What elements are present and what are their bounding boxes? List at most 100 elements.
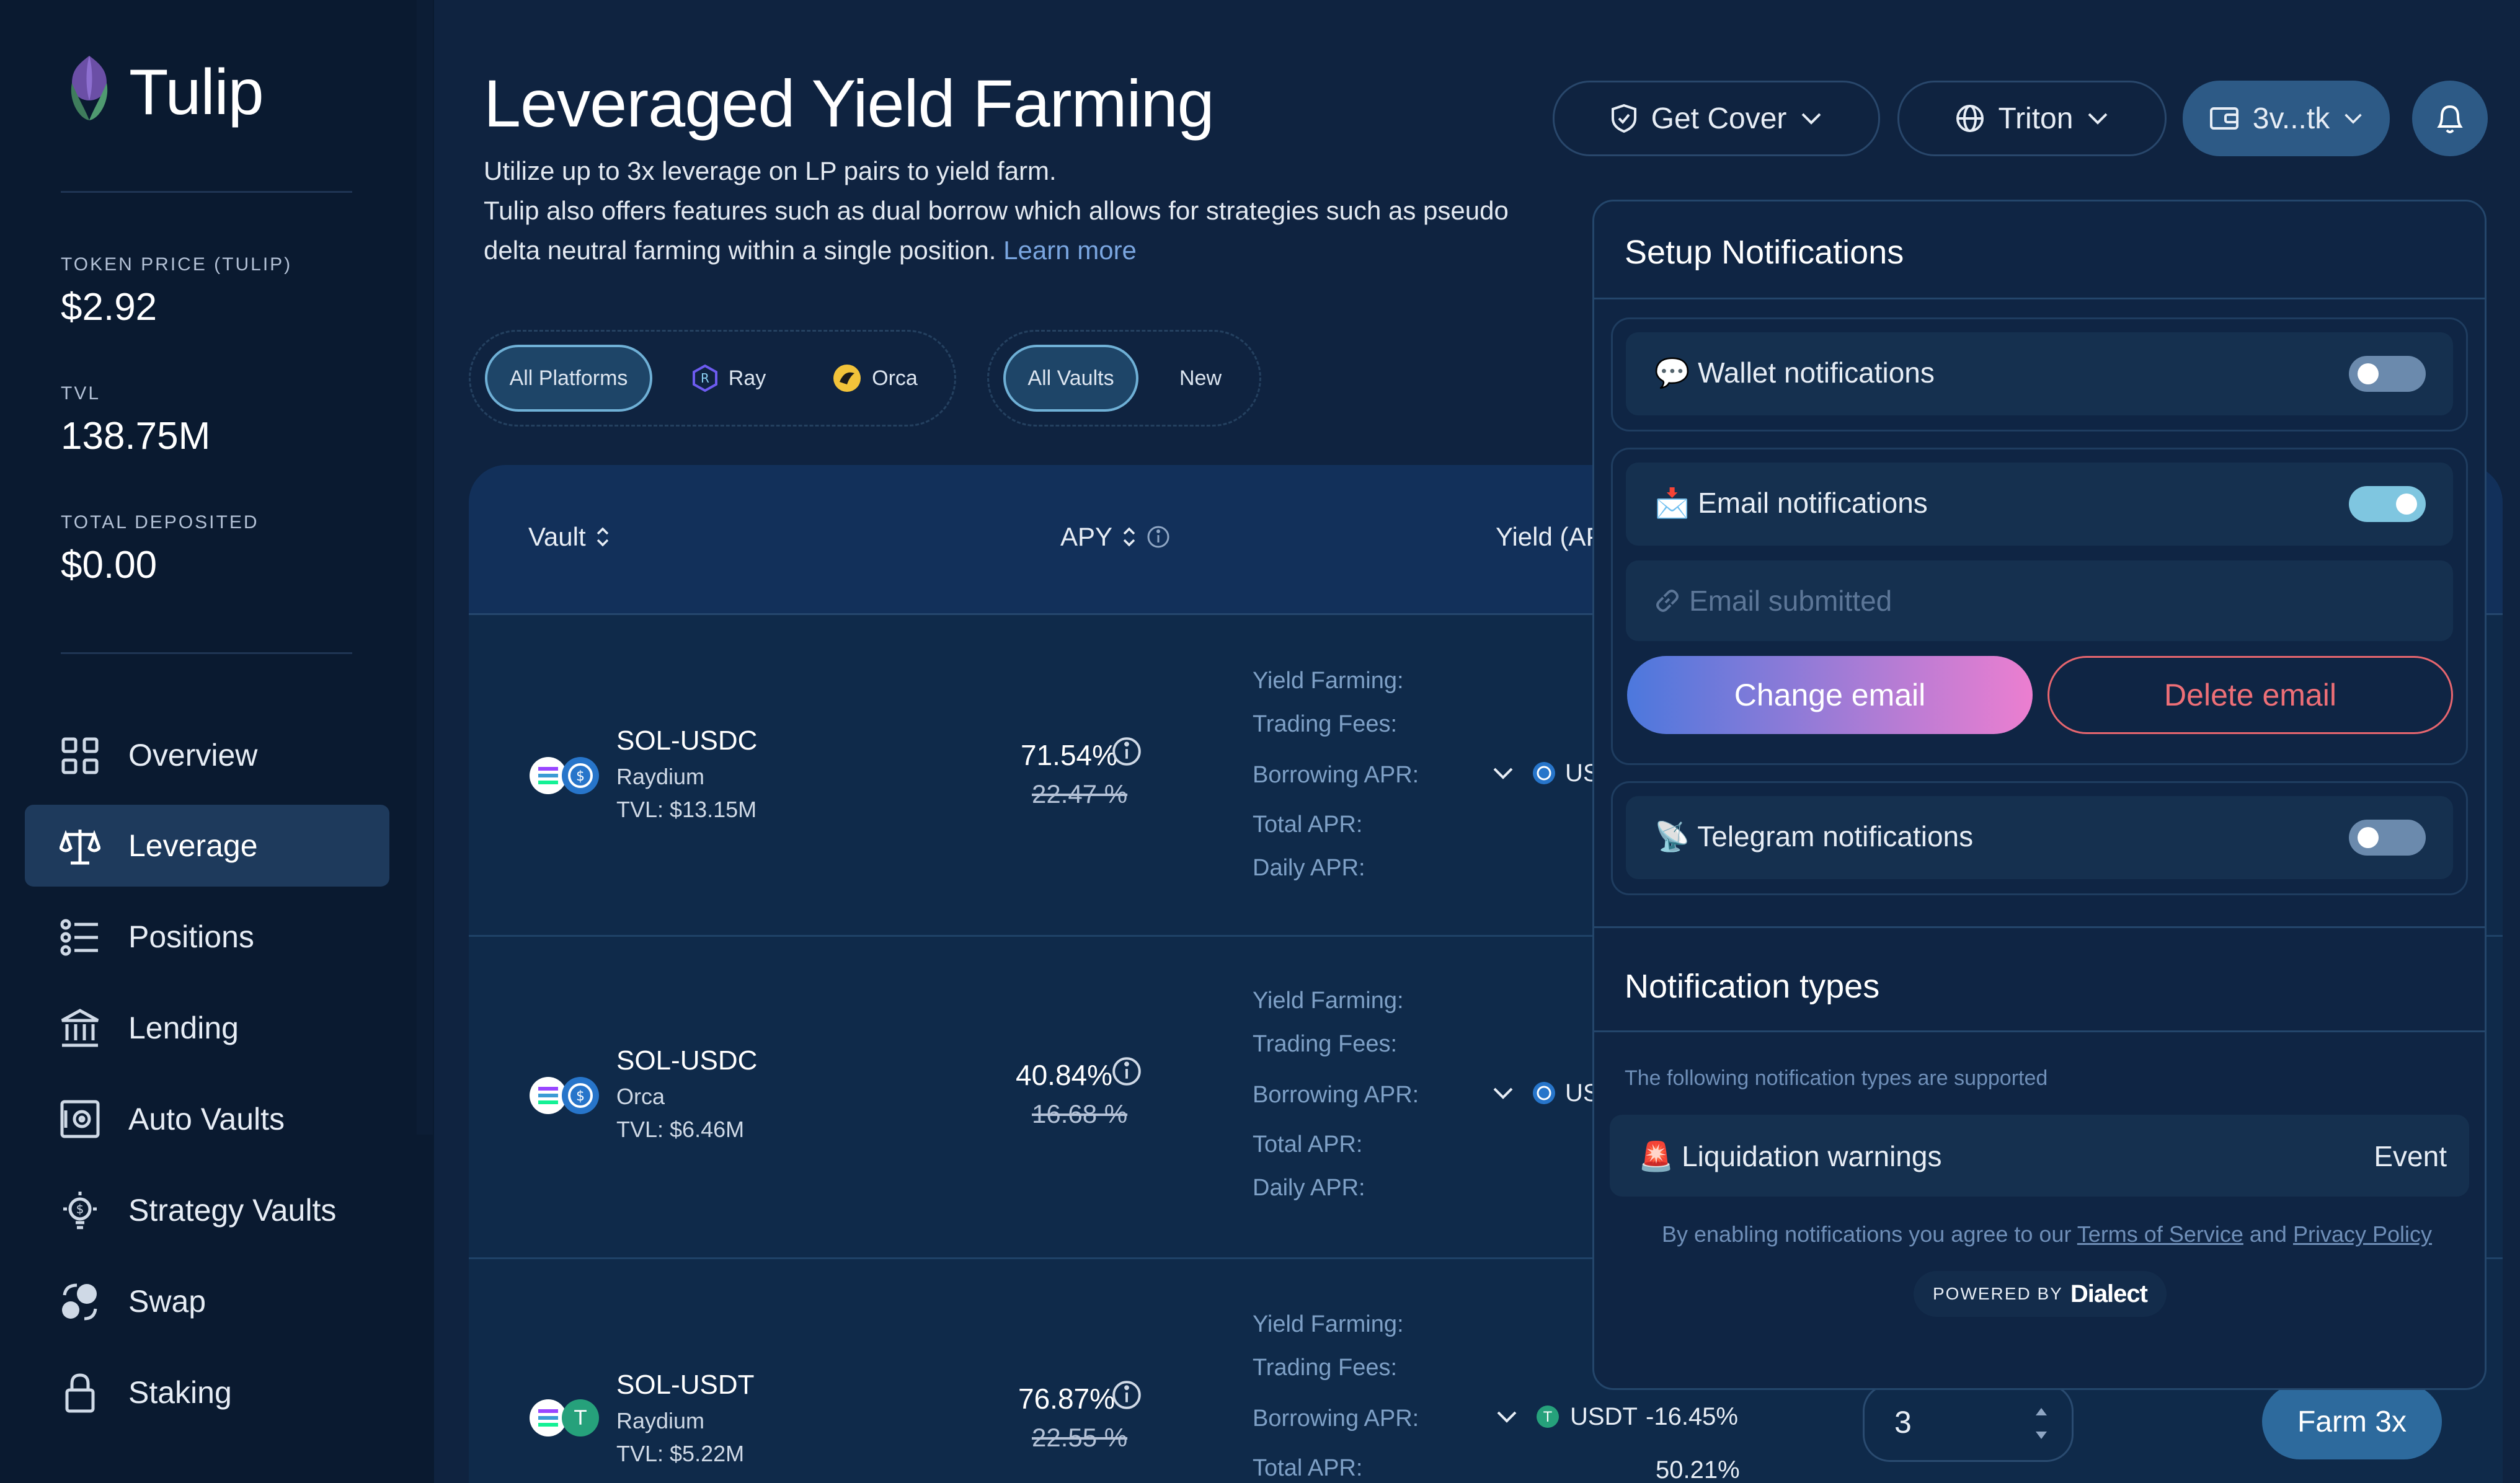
vault-pair: SOL-USDC bbox=[616, 725, 758, 756]
telegram-notifications-row: 📡 Telegram notifications bbox=[1626, 796, 2453, 879]
telegram-notifications-toggle[interactable] bbox=[2349, 820, 2426, 856]
filter-all-vaults[interactable]: All Vaults bbox=[1003, 345, 1138, 412]
wallet-icon bbox=[2209, 107, 2238, 130]
trading-fees-label: Trading Fees: bbox=[1253, 1031, 1398, 1057]
safe-icon bbox=[60, 1100, 100, 1138]
stat-deposited-label: TOTAL DEPOSITED bbox=[61, 512, 259, 533]
notifications-bell-button[interactable] bbox=[2412, 81, 2488, 156]
powered-by-label: POWERED BY bbox=[1933, 1284, 2063, 1303]
page-description-line-1: Utilize up to 3x leverage on LP pairs to… bbox=[484, 156, 1057, 185]
stat-token-price-value: $2.92 bbox=[61, 286, 158, 329]
sidebar-item-label: Positions bbox=[128, 919, 254, 954]
sidebar-item-auto-vaults[interactable]: Auto Vaults bbox=[25, 1078, 389, 1160]
column-header-label: Yield (AP bbox=[1496, 522, 1604, 551]
column-header-apy[interactable]: APY bbox=[1060, 522, 1171, 552]
sidebar-item-positions[interactable]: Positions bbox=[25, 896, 389, 978]
filter-label: Orca bbox=[872, 366, 918, 390]
network-selector-button[interactable]: Triton bbox=[1897, 81, 2167, 156]
page-title: Leveraged Yield Farming bbox=[484, 66, 1215, 141]
info-icon[interactable] bbox=[1146, 525, 1171, 549]
network-label: Triton bbox=[1998, 102, 2074, 135]
wallet-button[interactable]: 3v...tk bbox=[2183, 81, 2390, 156]
filter-orca[interactable]: Orca bbox=[822, 345, 928, 412]
wallet-notifications-label: 💬 Wallet notifications bbox=[1654, 356, 1935, 390]
filter-new[interactable]: New bbox=[1166, 345, 1235, 412]
email-input[interactable]: Email submitted bbox=[1626, 560, 2453, 641]
email-notifications-label: 📩 Email notifications bbox=[1654, 486, 1928, 520]
get-cover-button[interactable]: Get Cover bbox=[1553, 81, 1880, 156]
globe-icon bbox=[1956, 105, 1984, 132]
change-email-button[interactable]: Change email bbox=[1627, 656, 2033, 734]
terms-of-service-link[interactable]: Terms of Service bbox=[2077, 1221, 2243, 1247]
email-notifications-toggle[interactable] bbox=[2349, 486, 2426, 522]
column-header-yield[interactable]: Yield (AP bbox=[1496, 522, 1604, 552]
vault-platform: Orca bbox=[616, 1084, 665, 1109]
privacy-policy-link[interactable]: Privacy Policy bbox=[2293, 1221, 2432, 1247]
speech-bubble-icon: 💬 bbox=[1654, 356, 1690, 389]
powered-by-badge[interactable]: POWERED BY Dialect bbox=[1914, 1271, 2167, 1317]
svg-text:$: $ bbox=[576, 1089, 585, 1104]
siren-icon: 🚨 bbox=[1638, 1140, 1674, 1172]
notification-type-row: 🚨 Liquidation warnings Event bbox=[1610, 1115, 2469, 1197]
sidebar-item-overview[interactable]: Overview bbox=[25, 714, 389, 796]
delete-email-button[interactable]: Delete email bbox=[2048, 656, 2453, 734]
sidebar-item-strategy-vaults[interactable]: $ Strategy Vaults bbox=[25, 1169, 389, 1251]
farm-button[interactable]: Farm 3x bbox=[2262, 1384, 2442, 1459]
sidebar-item-lending[interactable]: Lending bbox=[25, 987, 389, 1069]
stat-tvl-label: TVL bbox=[61, 383, 101, 404]
info-icon[interactable] bbox=[1111, 1379, 1143, 1411]
bell-icon bbox=[2437, 105, 2463, 133]
filter-label: Ray bbox=[728, 366, 766, 390]
sidebar-scrollbar[interactable] bbox=[417, 0, 433, 1135]
chevron-down-icon bbox=[2345, 113, 2362, 124]
stat-tvl-value: 138.75M bbox=[61, 415, 211, 458]
table-row[interactable]: $ SOL-USDC Raydium TVL: $13.15M 71.54% 2… bbox=[469, 617, 1600, 935]
sidebar-item-swap[interactable]: Swap bbox=[25, 1260, 389, 1342]
chevron-down-icon[interactable] bbox=[1492, 766, 1514, 781]
chevron-down-icon[interactable] bbox=[1496, 1409, 1518, 1424]
total-apr-label: Total APR: bbox=[1253, 1131, 1363, 1158]
tulip-logo-icon bbox=[71, 56, 108, 120]
sol-usdc-pair-icon: $ bbox=[530, 757, 599, 794]
total-apr-label: Total APR: bbox=[1253, 1455, 1363, 1481]
chevron-down-icon[interactable] bbox=[1492, 1086, 1514, 1100]
wallet-notifications-toggle[interactable] bbox=[2349, 356, 2426, 392]
info-icon[interactable] bbox=[1111, 735, 1143, 768]
apy-value: 40.84% bbox=[1016, 1059, 1113, 1091]
total-apr-label: Total APR: bbox=[1253, 812, 1363, 838]
panel-divider bbox=[1594, 1030, 2485, 1032]
info-icon[interactable] bbox=[1111, 1055, 1143, 1087]
app-name[interactable]: Tulip bbox=[129, 56, 264, 130]
learn-more-link[interactable]: Learn more bbox=[1003, 236, 1137, 265]
sidebar-item-staking[interactable]: Staking bbox=[25, 1352, 389, 1433]
panel-divider bbox=[1594, 298, 2485, 299]
toggle-label: Telegram notifications bbox=[1697, 820, 1974, 852]
usdc-icon bbox=[1533, 1082, 1555, 1104]
filter-ray[interactable]: R Ray bbox=[682, 345, 775, 412]
svg-text:T: T bbox=[1543, 1410, 1552, 1425]
apy-value: 71.54% bbox=[1021, 739, 1118, 771]
sidebar-item-label: Staking bbox=[128, 1375, 232, 1410]
notification-types-description: The following notification types are sup… bbox=[1625, 1066, 2048, 1090]
stat-deposited-value: $0.00 bbox=[61, 544, 158, 587]
vault-platform: Raydium bbox=[616, 1408, 705, 1433]
sidebar-item-leverage[interactable]: Leverage bbox=[25, 805, 389, 887]
panel-divider bbox=[1594, 926, 2485, 928]
shield-icon bbox=[1611, 104, 1636, 133]
stepper-arrows-icon[interactable] bbox=[2032, 1402, 2051, 1445]
svg-text:$: $ bbox=[76, 1202, 84, 1216]
filter-all-platforms[interactable]: All Platforms bbox=[485, 345, 652, 412]
orca-icon bbox=[833, 365, 861, 392]
notification-types-title: Notification types bbox=[1625, 968, 1880, 1005]
list-icon bbox=[60, 919, 98, 956]
usdt-icon: T bbox=[1537, 1406, 1559, 1428]
sol-usdt-pair-icon: T bbox=[530, 1399, 599, 1437]
sol-usdc-pair-icon: $ bbox=[530, 1077, 599, 1114]
trading-fees-label: Trading Fees: bbox=[1253, 1355, 1398, 1381]
telegram-notifications-label: 📡 Telegram notifications bbox=[1654, 820, 1973, 854]
vault-tvl: TVL: $5.22M bbox=[616, 1441, 745, 1466]
leverage-stepper[interactable]: 3 bbox=[1863, 1384, 2074, 1462]
table-row[interactable]: $ SOL-USDC Orca TVL: $6.46M 40.84% 16.68… bbox=[469, 937, 1600, 1257]
column-header-vault[interactable]: Vault bbox=[528, 522, 611, 552]
usdc-icon bbox=[1533, 762, 1555, 784]
